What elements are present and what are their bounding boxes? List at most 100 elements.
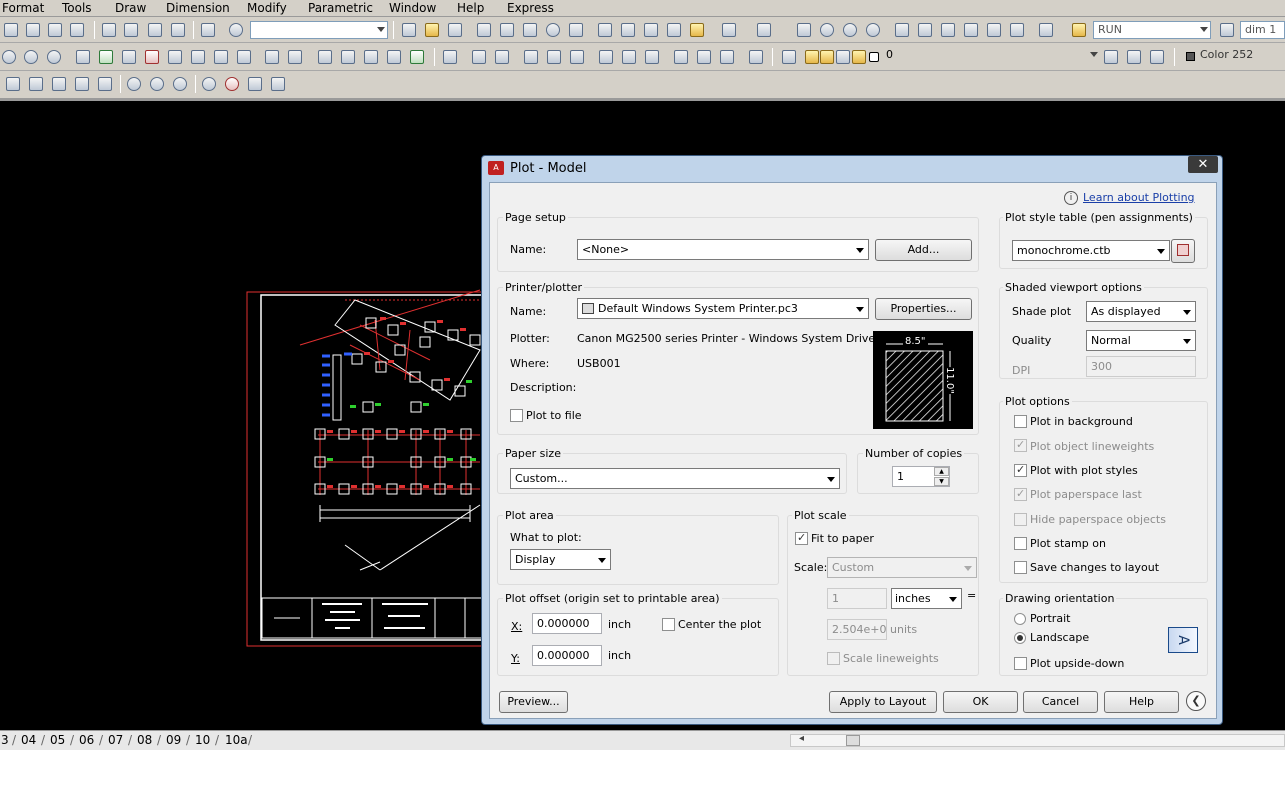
save-changes-checkbox[interactable] <box>1014 561 1027 574</box>
dim-diameter-icon[interactable] <box>599 50 613 64</box>
3d-move-icon[interactable] <box>202 77 216 91</box>
ucs-origin-icon[interactable] <box>214 50 228 64</box>
dim-arc-icon[interactable] <box>495 50 509 64</box>
publish-icon[interactable] <box>523 23 537 37</box>
3d-rotate-icon[interactable] <box>225 77 239 91</box>
quality-select[interactable]: Normal <box>1086 330 1196 351</box>
scale-drawing-units-input[interactable]: 2.504e+00 <box>827 619 887 640</box>
plot-preview-icon[interactable] <box>500 23 514 37</box>
zoom-realtime-icon[interactable] <box>820 23 834 37</box>
landscape-radio[interactable] <box>1014 632 1026 644</box>
zoom-previous-icon[interactable] <box>866 23 880 37</box>
preview-button[interactable]: Preview... <box>499 691 568 713</box>
page-setup-select[interactable]: <None> <box>577 239 869 260</box>
printer-select[interactable]: Default Windows System Printer.pc3 <box>577 298 869 319</box>
help-icon[interactable] <box>1039 23 1053 37</box>
scale-lineweights-checkbox[interactable] <box>827 652 840 665</box>
3d-align-icon[interactable] <box>248 77 262 91</box>
design-center-icon[interactable] <box>918 23 932 37</box>
dim-baseline-icon[interactable] <box>674 50 688 64</box>
plot-lineweights-checkbox[interactable] <box>1014 438 1027 452</box>
dim-style-icon[interactable] <box>1220 23 1234 37</box>
dim-angular-icon[interactable] <box>622 50 636 64</box>
dim-break-icon[interactable] <box>749 50 763 64</box>
view-left-icon[interactable] <box>48 23 62 37</box>
scroll-thumb[interactable] <box>846 735 860 746</box>
ucs-icon[interactable] <box>76 50 90 64</box>
copies-down-icon[interactable]: ▼ <box>934 477 949 486</box>
view-iso-ne-icon[interactable] <box>148 23 162 37</box>
3d-array-icon[interactable] <box>271 77 285 91</box>
paste-icon[interactable] <box>644 23 658 37</box>
copies-up-icon[interactable]: ▲ <box>934 467 949 476</box>
loft-icon[interactable] <box>98 77 112 91</box>
quick-dim-icon[interactable] <box>645 50 659 64</box>
layout-tab[interactable]: 09 <box>166 733 181 747</box>
shade-plot-select[interactable]: As displayed <box>1086 301 1196 322</box>
portrait-radio[interactable] <box>1014 613 1026 625</box>
continuous-orbit-icon[interactable] <box>47 50 61 64</box>
ucs-settings-icon[interactable] <box>410 50 424 64</box>
layer-states-icon[interactable] <box>1150 50 1164 64</box>
plot-style-table-select[interactable]: monochrome.ctb <box>1012 240 1170 261</box>
paste-block-icon[interactable] <box>667 23 681 37</box>
scroll-left-icon[interactable]: ◂ <box>799 733 804 744</box>
sun-icon[interactable] <box>820 50 834 64</box>
hide-paperspace-checkbox[interactable] <box>1014 513 1027 526</box>
paper-size-select[interactable]: Custom... <box>510 468 840 489</box>
view-right-icon[interactable] <box>70 23 84 37</box>
collapse-options-icon[interactable]: ❮ <box>1186 691 1206 711</box>
viewport-freeze-icon[interactable] <box>836 50 850 64</box>
named-ucs-icon[interactable] <box>387 50 401 64</box>
menu-dimension[interactable]: Dimension <box>166 1 230 15</box>
dim-radius-icon[interactable] <box>547 50 561 64</box>
menu-parametric[interactable]: Parametric <box>308 1 373 15</box>
copy-icon[interactable] <box>621 23 635 37</box>
dpi-input[interactable]: 300 <box>1086 356 1196 377</box>
menu-help[interactable]: Help <box>457 1 484 15</box>
plot-icon[interactable] <box>477 23 491 37</box>
ucs-z-icon[interactable] <box>341 50 355 64</box>
subtract-icon[interactable] <box>150 77 164 91</box>
layout-tab[interactable]: 10a <box>225 733 248 747</box>
learn-about-plotting-link[interactable]: Learn about Plotting <box>1083 191 1195 204</box>
presspull-icon[interactable] <box>29 77 43 91</box>
dim-linear-icon[interactable] <box>443 50 457 64</box>
dim-aligned-icon[interactable] <box>472 50 486 64</box>
menu-express[interactable]: Express <box>507 1 554 15</box>
x-offset-input[interactable]: 0.000000 <box>532 613 602 634</box>
plot-upside-down-checkbox[interactable] <box>1014 657 1027 670</box>
view-iso-sw-icon[interactable] <box>102 23 116 37</box>
paperspace-last-checkbox[interactable] <box>1014 487 1027 501</box>
scale-units-select[interactable]: inches <box>891 588 962 609</box>
undo-icon[interactable] <box>722 23 736 37</box>
markup-icon[interactable] <box>987 23 1001 37</box>
ucs-object-icon[interactable] <box>168 50 182 64</box>
layout-tab[interactable]: 07 <box>108 733 123 747</box>
menu-draw[interactable]: Draw <box>115 1 146 15</box>
redo-icon[interactable] <box>757 23 771 37</box>
workspace-icon[interactable] <box>229 23 243 37</box>
ucs-world-icon[interactable] <box>99 50 113 64</box>
union-icon[interactable] <box>127 77 141 91</box>
open-icon[interactable] <box>425 23 439 37</box>
layer-combo[interactable]: 0 <box>882 47 1100 65</box>
text-style-icon[interactable] <box>1072 23 1086 37</box>
quickcalc-icon[interactable] <box>1010 23 1024 37</box>
sweep-icon[interactable] <box>52 77 66 91</box>
layout-tab[interactable]: 3 <box>1 733 9 747</box>
layout-tab[interactable]: 05 <box>50 733 65 747</box>
dim-space-icon[interactable] <box>720 50 734 64</box>
pan-icon[interactable] <box>797 23 811 37</box>
scale-select[interactable]: Custom <box>827 557 977 578</box>
plot-with-styles-checkbox[interactable] <box>1014 463 1027 477</box>
menu-window[interactable]: Window <box>389 1 436 15</box>
properties-button[interactable]: Properties... <box>875 298 972 320</box>
layout-tab[interactable]: 04 <box>21 733 36 747</box>
workspace-combo[interactable] <box>250 21 388 39</box>
y-offset-input[interactable]: 0.000000 <box>532 645 602 666</box>
view-bottom-icon[interactable] <box>26 23 40 37</box>
add-page-setup-button[interactable]: Add... <box>875 239 972 261</box>
revolve-icon[interactable] <box>75 77 89 91</box>
camera-icon[interactable] <box>201 23 215 37</box>
